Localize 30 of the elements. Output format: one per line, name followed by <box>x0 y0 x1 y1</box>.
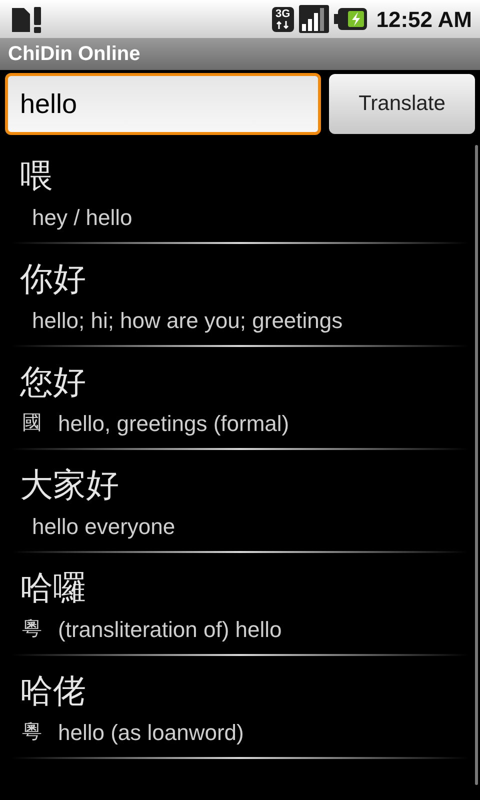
headword: 你好 <box>20 259 87 299</box>
region-tag: 國 <box>22 408 42 438</box>
gloss: hey / hello <box>32 204 132 232</box>
signal-icon <box>298 4 330 34</box>
result-item[interactable]: 你好 hello; hi; how are you; greetings <box>0 246 480 349</box>
translate-button[interactable]: Translate <box>329 74 475 134</box>
result-item[interactable]: 大家好 hello everyone <box>0 452 480 555</box>
data-arrows-icon <box>276 20 290 30</box>
battery-charging-icon <box>334 7 368 31</box>
gloss: hello; hi; how are you; greetings <box>32 306 343 335</box>
scrollbar-icon <box>475 145 478 785</box>
search-field[interactable]: hello <box>5 73 321 135</box>
headword: 哈佬 <box>20 671 87 711</box>
headword: 大家好 <box>20 465 120 505</box>
gloss: hello, greetings (formal) <box>58 410 290 438</box>
result-item[interactable]: 哈佬 粵 hello (as loanword) <box>0 658 480 761</box>
clock-time: 12:52 AM <box>376 6 472 34</box>
network-label: 3G <box>276 8 290 20</box>
gloss: hello everyone <box>32 512 176 541</box>
region-tag: 粵 <box>22 717 42 747</box>
headword: 喂 <box>20 156 54 196</box>
result-item[interactable]: 您好 國 hello, greetings (formal) <box>0 349 480 452</box>
gloss: hello (as loanword) <box>58 718 244 746</box>
gloss: (transliteration of) hello <box>58 616 282 644</box>
result-item[interactable]: 哈囉 粵 (transliteration of) hello <box>0 555 480 658</box>
app-title: ChiDin Online <box>8 42 140 67</box>
headword: 您好 <box>20 362 87 402</box>
region-tag: 粵 <box>22 614 42 644</box>
result-item[interactable]: 喂 hey / hello <box>0 143 480 246</box>
headword: 哈囉 <box>20 568 87 608</box>
